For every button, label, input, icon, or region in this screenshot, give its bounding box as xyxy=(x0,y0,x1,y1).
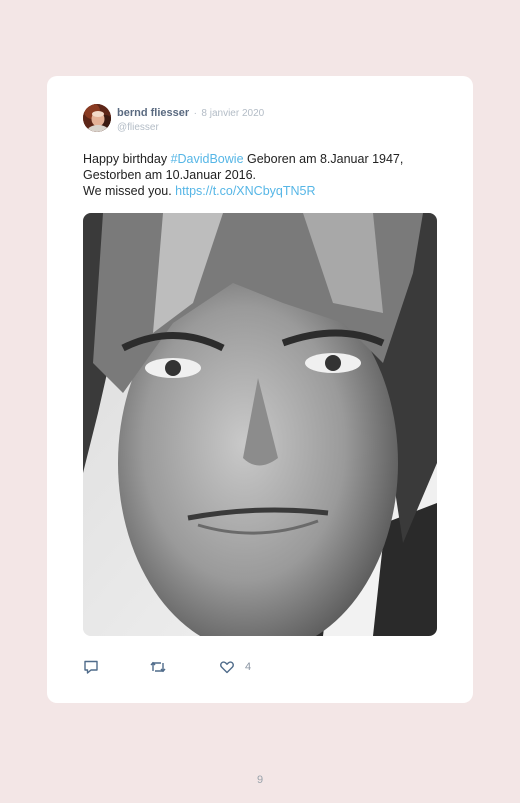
hashtag-link[interactable]: #DavidBowie xyxy=(171,152,244,166)
tweet-actions: 4 xyxy=(83,658,437,676)
reply-button[interactable] xyxy=(83,658,99,676)
retweet-button[interactable] xyxy=(149,658,167,676)
page-number: 9 xyxy=(256,774,264,786)
like-button[interactable]: 4 xyxy=(219,658,251,676)
meta-separator: · xyxy=(193,108,197,119)
tweet-text-part: Happy birthday xyxy=(83,152,171,166)
like-count: 4 xyxy=(245,661,252,673)
tweet-text-part: We missed you. xyxy=(83,184,176,198)
avatar-image xyxy=(83,104,111,132)
author-name[interactable]: bernd fliesser xyxy=(117,107,189,119)
url-link[interactable]: https://t.co/XNCbyqTN5R xyxy=(175,184,315,198)
heart-icon xyxy=(220,661,234,674)
avatar[interactable] xyxy=(83,104,111,132)
tweet-meta: bernd fliesser · 8 janvier 2020 @fliesse… xyxy=(117,105,264,135)
tweet-date[interactable]: 8 janvier 2020 xyxy=(201,108,264,119)
author-handle[interactable]: @fliesser xyxy=(117,121,264,135)
tweet-photo[interactable] xyxy=(83,213,437,636)
portrait-image xyxy=(83,213,437,636)
speech-bubble-icon xyxy=(84,660,98,674)
retweet-icon xyxy=(150,661,166,673)
tweet-card: bernd fliesser · 8 janvier 2020 @fliesse… xyxy=(47,76,473,703)
tweet-text: Happy birthday #DavidBowie Geboren am 8.… xyxy=(83,151,443,199)
